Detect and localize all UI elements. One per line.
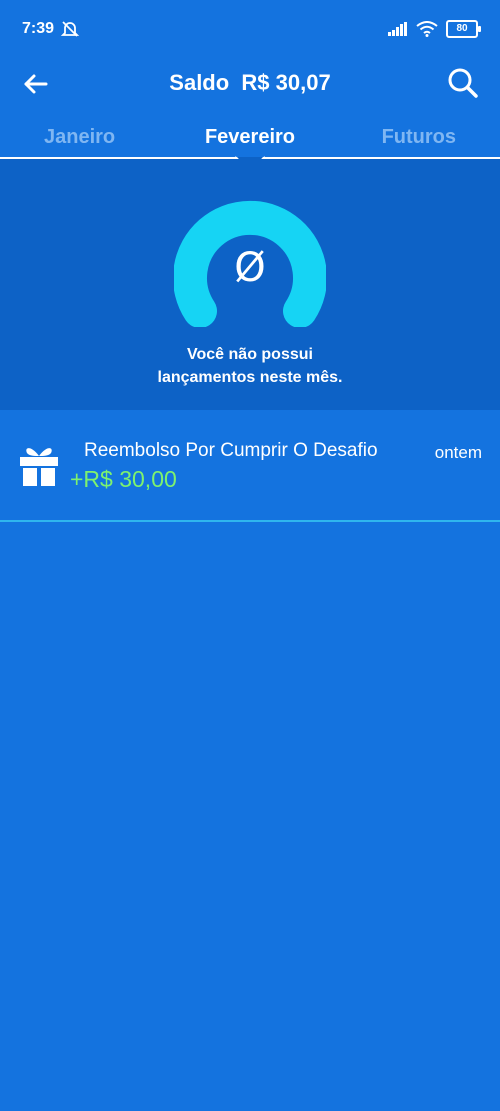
- battery-icon: 80: [446, 20, 481, 38]
- list-divider: [0, 520, 500, 522]
- empty-message-line1: Você não possui: [187, 346, 313, 363]
- page-title: Saldo R$ 30,07: [169, 70, 331, 95]
- transaction-title: Reembolso Por Cumprir O Desafio: [84, 440, 378, 461]
- signal-icon: [388, 22, 407, 36]
- wifi-icon: [416, 21, 438, 37]
- alarm-off-icon: [60, 21, 80, 37]
- search-icon[interactable]: [446, 66, 480, 100]
- empty-message-line2: lançamentos neste mês.: [157, 369, 343, 386]
- empty-donut-icon: Ø: [174, 200, 326, 327]
- month-tabs: Janeiro Fevereiro Futuros: [0, 118, 500, 158]
- empty-message: Você não possui lançamentos neste mês.: [0, 343, 500, 389]
- status-icons: 80: [388, 20, 481, 38]
- status-time: 7:39: [22, 20, 55, 37]
- transaction-item[interactable]: [0, 410, 500, 520]
- tab-futuros[interactable]: Futuros: [382, 126, 456, 149]
- transaction-amount: +R$ 30,00: [70, 466, 177, 492]
- app-header: Saldo R$ 30,07: [0, 60, 500, 108]
- transaction-date: ontem: [434, 443, 482, 462]
- empty-symbol: Ø: [234, 245, 265, 291]
- gift-icon: [20, 448, 58, 486]
- status-bar: 7:39 80: [0, 0, 500, 60]
